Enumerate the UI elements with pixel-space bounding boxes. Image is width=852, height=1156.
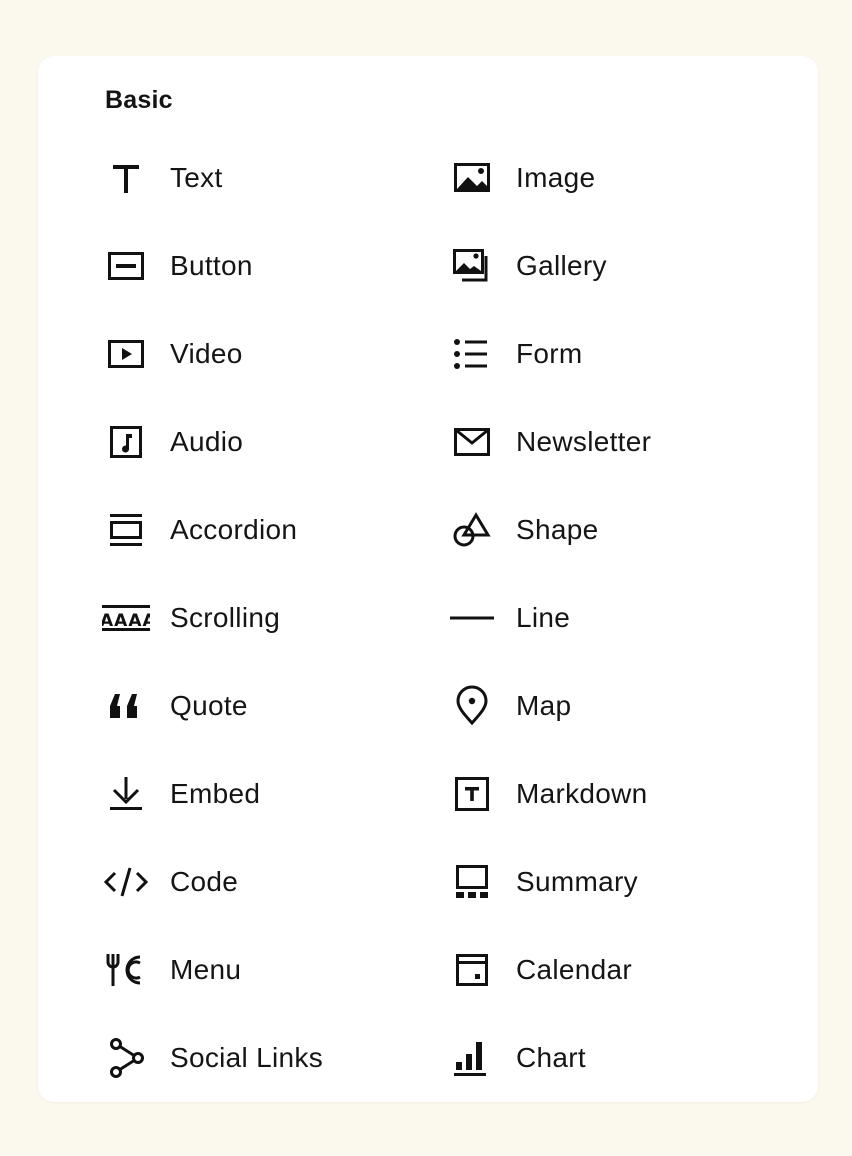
- block-item-markdown[interactable]: Markdown: [448, 750, 782, 838]
- block-item-label: Button: [170, 250, 253, 281]
- block-item-label: Video: [170, 338, 243, 369]
- block-item-label: Chart: [516, 1042, 586, 1073]
- block-item-code[interactable]: Code: [102, 838, 448, 926]
- block-item-line[interactable]: Line: [448, 574, 782, 662]
- block-item-label: Newsletter: [516, 426, 652, 457]
- block-item-chart[interactable]: Chart: [448, 1014, 782, 1102]
- block-item-label: Form: [516, 338, 583, 369]
- block-item-accordion[interactable]: Accordion: [102, 486, 448, 574]
- block-item-label: Audio: [170, 426, 244, 457]
- block-item-label: Embed: [170, 778, 261, 809]
- button-icon: [102, 242, 150, 290]
- block-picker-panel: Basic Text Image Button Gallery Video Fo…: [38, 56, 818, 1102]
- embed-icon: [102, 770, 150, 818]
- block-item-label: Scrolling: [170, 602, 281, 633]
- block-item-newsletter[interactable]: Newsletter: [448, 398, 782, 486]
- map-pin-icon: [448, 682, 496, 730]
- code-icon: [102, 858, 150, 906]
- block-item-label: Text: [170, 162, 223, 193]
- calendar-icon: [448, 946, 496, 994]
- block-item-image[interactable]: Image: [448, 134, 782, 222]
- block-item-map[interactable]: Map: [448, 662, 782, 750]
- block-item-menu[interactable]: Menu: [102, 926, 448, 1014]
- block-item-text[interactable]: Text: [102, 134, 448, 222]
- image-icon: [448, 154, 496, 202]
- block-item-label: Accordion: [170, 514, 298, 545]
- block-item-audio[interactable]: Audio: [102, 398, 448, 486]
- block-item-shape[interactable]: Shape: [448, 486, 782, 574]
- block-item-label: Image: [516, 162, 596, 193]
- scrolling-icon: AAAA: [102, 594, 150, 642]
- block-item-gallery[interactable]: Gallery: [448, 222, 782, 310]
- block-item-form[interactable]: Form: [448, 310, 782, 398]
- block-item-label: Calendar: [516, 954, 633, 985]
- block-item-scrolling[interactable]: AAAA Scrolling: [102, 574, 448, 662]
- newsletter-icon: [448, 418, 496, 466]
- block-item-label: Shape: [516, 514, 599, 545]
- markdown-icon: [448, 770, 496, 818]
- text-icon: [102, 154, 150, 202]
- gallery-icon: [448, 242, 496, 290]
- block-item-quote[interactable]: Quote: [102, 662, 448, 750]
- svg-text:AAAA: AAAA: [102, 611, 150, 631]
- section-title: Basic: [105, 86, 173, 114]
- block-item-video[interactable]: Video: [102, 310, 448, 398]
- block-item-button[interactable]: Button: [102, 222, 448, 310]
- social-links-icon: [102, 1034, 150, 1082]
- block-item-embed[interactable]: Embed: [102, 750, 448, 838]
- accordion-icon: [102, 506, 150, 554]
- block-item-label: Summary: [516, 866, 638, 897]
- form-icon: [448, 330, 496, 378]
- shape-icon: [448, 506, 496, 554]
- block-item-label: Quote: [170, 690, 248, 721]
- block-item-label: Code: [170, 866, 239, 897]
- block-item-label: Markdown: [516, 778, 648, 809]
- block-item-label: Map: [516, 690, 572, 721]
- block-item-label: Menu: [170, 954, 242, 985]
- block-item-social-links[interactable]: Social Links: [102, 1014, 448, 1102]
- line-icon: [448, 594, 496, 642]
- audio-icon: [102, 418, 150, 466]
- block-item-summary[interactable]: Summary: [448, 838, 782, 926]
- block-grid: Text Image Button Gallery Video Form Aud…: [102, 134, 782, 1102]
- block-item-calendar[interactable]: Calendar: [448, 926, 782, 1014]
- video-icon: [102, 330, 150, 378]
- block-item-label: Gallery: [516, 250, 607, 281]
- summary-icon: [448, 858, 496, 906]
- block-item-label: Social Links: [170, 1042, 324, 1073]
- quote-icon: [102, 682, 150, 730]
- menu-icon: [102, 946, 150, 994]
- chart-icon: [448, 1034, 496, 1082]
- block-item-label: Line: [516, 602, 571, 633]
